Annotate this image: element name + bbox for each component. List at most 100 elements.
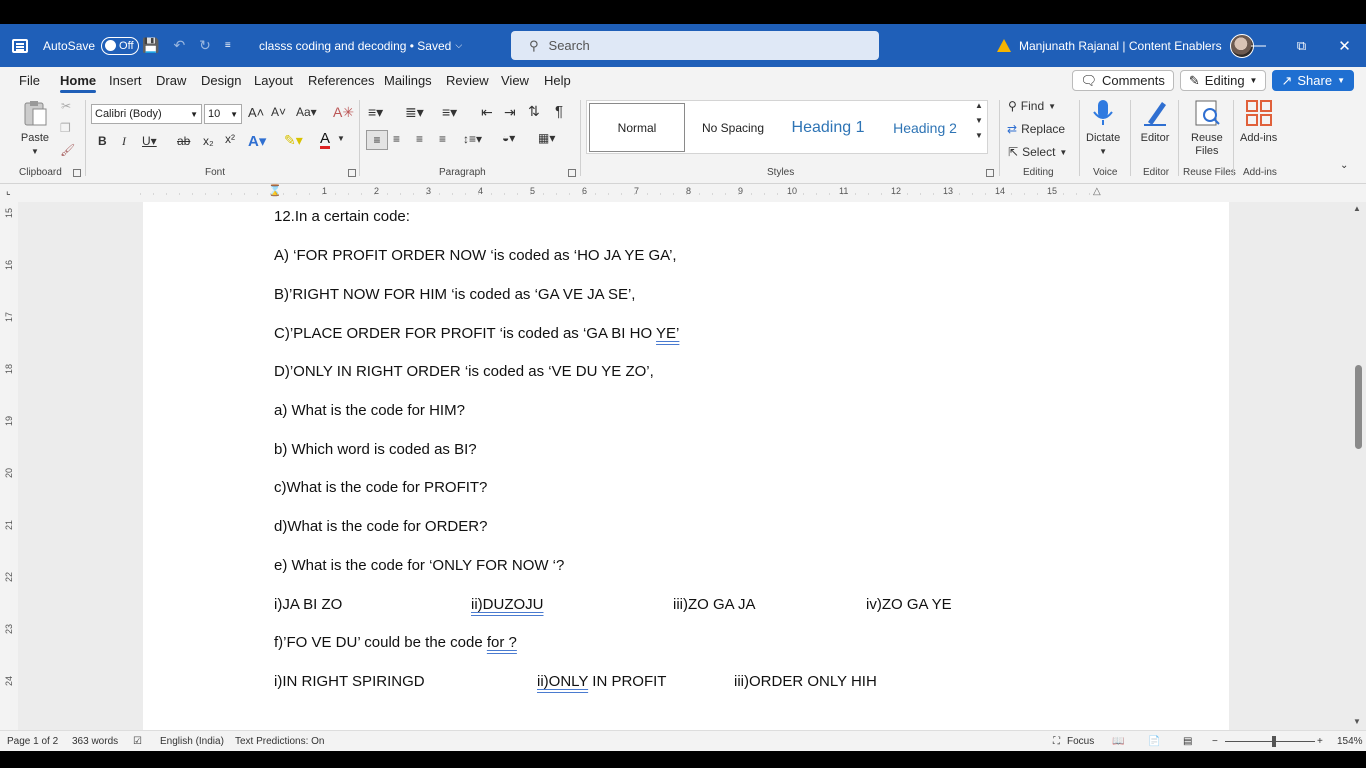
numbering-icon[interactable]: ≣▾ [405,104,424,121]
line-spacing-icon[interactable]: ↕≡▾ [463,132,482,146]
zoom-in-icon[interactable]: + [1317,736,1323,747]
dialog-launcher-icon[interactable] [73,169,81,177]
autosave-control[interactable]: AutoSave Off [43,24,140,67]
search-box[interactable]: ⚲ Search [511,31,879,60]
read-mode-icon[interactable]: 📖 [1112,736,1124,747]
editor-button[interactable]: Editor [1140,98,1170,145]
option-text[interactable]: iii)ZO GA JA [673,596,756,613]
account-area[interactable]: Manjunath Rajanal | Content Enablers [997,24,1254,67]
print-layout-icon[interactable]: 📄 [1148,736,1160,747]
right-indent-marker-icon[interactable]: △ [1093,186,1101,197]
zoom-out-icon[interactable]: − [1212,736,1218,747]
paste-button[interactable]: Paste ▼ [20,98,50,158]
tab-file[interactable]: File [19,73,40,88]
decrease-indent-icon[interactable]: ⇤ [481,104,493,121]
minimize-button[interactable]: — [1237,24,1280,67]
dialog-launcher-icon[interactable] [568,169,576,177]
dialog-launcher-icon[interactable] [986,169,994,177]
multilevel-list-icon[interactable]: ≡▾ [442,104,457,121]
tab-selector-icon[interactable]: ⌞ [6,186,11,197]
page-count[interactable]: Page 1 of 2 [7,736,58,747]
font-color-icon[interactable]: A [320,131,331,149]
zoom-slider[interactable] [1225,741,1315,742]
indent-marker-icon[interactable]: ⌛ [268,184,282,197]
chevron-up-icon[interactable]: ▲ [975,101,983,110]
reuse-files-button[interactable]: Reuse Files [1191,98,1223,158]
paragraph[interactable]: e) What is the code for ‘ONLY FOR NOW ‘? [274,557,564,574]
save-icon[interactable]: 💾 [142,37,159,54]
tab-design[interactable]: Design [201,73,241,88]
strikethrough-button[interactable]: ab [177,134,190,148]
paragraph[interactable]: 12.In a certain code: [274,208,410,225]
option-text[interactable]: i)JA BI ZO [274,596,342,613]
chevron-down-icon[interactable]: ▼ [975,116,983,125]
option-text[interactable]: ii)DUZOJU [471,596,544,613]
paragraph[interactable]: B)’RIGHT NOW FOR HIM ‘is coded as ‘GA VE… [274,286,635,303]
style-normal[interactable]: Normal [589,103,685,152]
more-styles-icon[interactable]: ▼ [975,131,983,140]
font-size-select[interactable]: 10 ▼ [204,104,242,124]
cut-icon[interactable]: ✂ [61,99,71,113]
redo-icon[interactable]: ↻ [199,37,211,54]
paragraph[interactable]: c)What is the code for PROFIT? [274,479,487,496]
option-text[interactable]: iv)ZO GA YE [866,596,952,613]
italic-button[interactable]: I [122,134,126,149]
highlight-icon[interactable]: ✎▾ [284,132,303,149]
tab-review[interactable]: Review [446,73,489,88]
paragraph[interactable]: C)’PLACE ORDER FOR PROFIT ‘is coded as ‘… [274,325,679,342]
web-layout-icon[interactable]: ▤ [1183,736,1192,747]
zoom-level[interactable]: 154% [1337,736,1363,747]
tab-draw[interactable]: Draw [156,73,186,88]
proofing-icon[interactable]: ☑ [133,736,142,747]
collapse-ribbon-icon[interactable]: ⌄ [1340,160,1348,171]
undo-icon[interactable]: ↶ [173,37,185,54]
style-heading-2[interactable]: Heading 2 [879,103,971,152]
paragraph[interactable]: a) What is the code for HIM? [274,402,465,419]
paragraph[interactable]: A) ‘FOR PROFIT ORDER NOW ‘is coded as ‘H… [274,247,677,264]
font-family-select[interactable]: Calibri (Body) ▼ [91,104,202,124]
shrink-font-icon[interactable]: A˅ [271,105,286,119]
tab-references[interactable]: References [308,73,374,88]
superscript-button[interactable]: x² [225,132,235,146]
document-title[interactable]: classs coding and decoding • Saved ⌵ [259,24,462,67]
dialog-launcher-icon[interactable] [348,169,356,177]
select-button[interactable]: ⇱ Select ▼ [1008,145,1067,159]
dictate-button[interactable]: Dictate ▼ [1086,98,1120,158]
restore-button[interactable]: ⧉ [1280,24,1323,67]
zoom-thumb[interactable] [1272,736,1276,747]
bullets-icon[interactable]: ≡▾ [368,104,383,121]
document-page[interactable]: 12.In a certain code: A) ‘FOR PROFIT ORD… [143,202,1229,730]
scroll-down-icon[interactable]: ▼ [1353,717,1361,726]
clear-formatting-icon[interactable]: A✳ [333,104,354,121]
paragraph[interactable]: D)’ONLY IN RIGHT ORDER ‘is coded as ‘VE … [274,363,654,380]
comments-button[interactable]: 🗨 Comments [1071,70,1174,91]
tab-home[interactable]: Home [60,73,97,93]
option-text[interactable]: iii)ORDER ONLY HIH [734,673,877,690]
sort-icon[interactable]: ⇅ [528,103,540,120]
align-right-button[interactable]: ≡ [416,132,423,146]
tab-help[interactable]: Help [544,73,571,88]
scroll-up-icon[interactable]: ▲ [1353,204,1361,213]
tab-mailings[interactable]: Mailings [384,73,432,88]
tab-insert[interactable]: Insert [109,73,142,88]
tab-layout[interactable]: Layout [254,73,293,88]
option-text[interactable]: i)IN RIGHT SPIRINGD [274,673,425,690]
option-text[interactable]: ii)ONLY IN PROFIT [537,673,666,690]
align-left-button[interactable]: ≡ [366,130,388,150]
grow-font-icon[interactable]: A˄ [248,105,264,120]
justify-button[interactable]: ≡ [439,132,446,146]
style-no-spacing[interactable]: No Spacing [687,103,779,152]
text-predictions[interactable]: Text Predictions: On [235,736,324,747]
format-painter-icon[interactable]: 🖌 [60,143,75,157]
editing-mode-button[interactable]: ✎ Editing ▼ [1179,70,1267,91]
close-button[interactable]: ✕ [1323,24,1366,67]
increase-indent-icon[interactable]: ⇥ [504,104,516,121]
autosave-toggle[interactable]: Off [101,36,140,55]
vertical-scrollbar[interactable]: ▲ ▼ [1350,202,1366,730]
style-heading-1[interactable]: Heading 1 [782,103,874,152]
change-case-icon[interactable]: Aa▾ [296,105,317,119]
paragraph[interactable]: d)What is the code for ORDER? [274,518,487,535]
find-button[interactable]: ⚲ Find ▼ [1008,99,1056,113]
align-center-button[interactable]: ≡ [393,132,400,146]
chevron-down-icon[interactable]: ▼ [337,134,345,143]
